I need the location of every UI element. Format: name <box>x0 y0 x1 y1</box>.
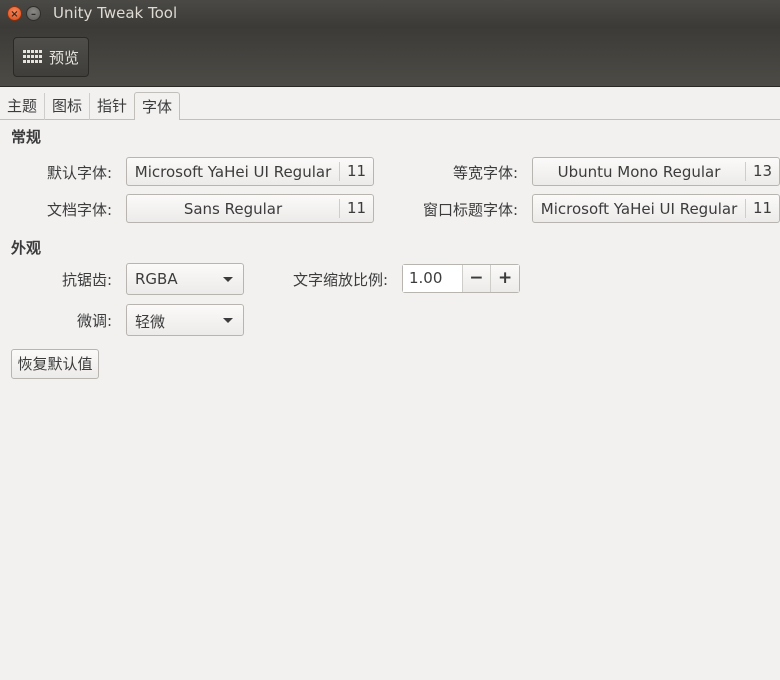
document-font-name: Sans Regular <box>183 199 283 218</box>
window-title-font-label: 窗口标题字体: <box>422 201 518 219</box>
antialiasing-dropdown[interactable]: RGBA <box>126 263 244 295</box>
window-title-font-size: 11 <box>745 199 779 218</box>
close-button[interactable]: × <box>7 6 22 21</box>
monospace-font-button[interactable]: Ubuntu Mono Regular 13 <box>532 157 780 186</box>
document-font-button[interactable]: Sans Regular 11 <box>126 194 374 223</box>
minimize-button[interactable]: – <box>26 6 41 21</box>
default-font-button[interactable]: Microsoft YaHei UI Regular 11 <box>126 157 374 186</box>
document-font-label: 文档字体: <box>46 201 112 219</box>
decrement-button[interactable]: − <box>461 265 491 292</box>
preview-button[interactable]: 预览 <box>13 37 89 77</box>
window-title: Unity Tweak Tool <box>53 4 178 22</box>
window-title-font-button[interactable]: Microsoft YaHei UI Regular 11 <box>532 194 780 223</box>
chevron-down-icon <box>223 318 233 323</box>
toolbar: 预览 <box>0 28 780 87</box>
text-scale-label: 文字缩放比例: <box>292 271 388 289</box>
hinting-dropdown[interactable]: 轻微 <box>126 304 244 336</box>
monospace-font-name: Ubuntu Mono Regular <box>557 162 721 181</box>
default-font-name: Microsoft YaHei UI Regular <box>134 162 332 181</box>
document-font-size: 11 <box>339 199 373 218</box>
monospace-font-size: 13 <box>745 162 779 181</box>
hinting-value: 轻微 <box>135 313 166 331</box>
tab-cursors[interactable]: 指针 <box>90 93 134 120</box>
title-bar: × – Unity Tweak Tool <box>0 0 780 28</box>
tab-icons[interactable]: 图标 <box>45 93 91 120</box>
tab-theme[interactable]: 主题 <box>0 93 46 120</box>
chevron-down-icon <box>223 277 233 282</box>
hinting-label: 微调: <box>76 312 112 330</box>
general-section-title: 常规 <box>11 128 42 146</box>
default-font-size: 11 <box>339 162 373 181</box>
window-title-font-name: Microsoft YaHei UI Regular <box>540 199 738 218</box>
restore-defaults-button[interactable]: 恢复默认值 <box>11 349 99 379</box>
monospace-font-label: 等宽字体: <box>452 164 518 182</box>
antialiasing-value: RGBA <box>135 270 178 288</box>
increment-button[interactable]: + <box>490 265 520 292</box>
text-scale-spinner: 1.00 − + <box>402 264 520 293</box>
antialiasing-label: 抗锯齿: <box>61 271 112 289</box>
default-font-label: 默认字体: <box>46 164 112 182</box>
grid-icon <box>22 50 43 64</box>
tab-divider <box>180 119 780 120</box>
tab-bar: 主题 图标 指针 字体 <box>0 92 181 120</box>
text-scale-input[interactable]: 1.00 <box>403 265 462 292</box>
tab-fonts[interactable]: 字体 <box>134 92 181 120</box>
preview-label: 预览 <box>48 48 79 67</box>
appearance-section-title: 外观 <box>11 239 42 257</box>
